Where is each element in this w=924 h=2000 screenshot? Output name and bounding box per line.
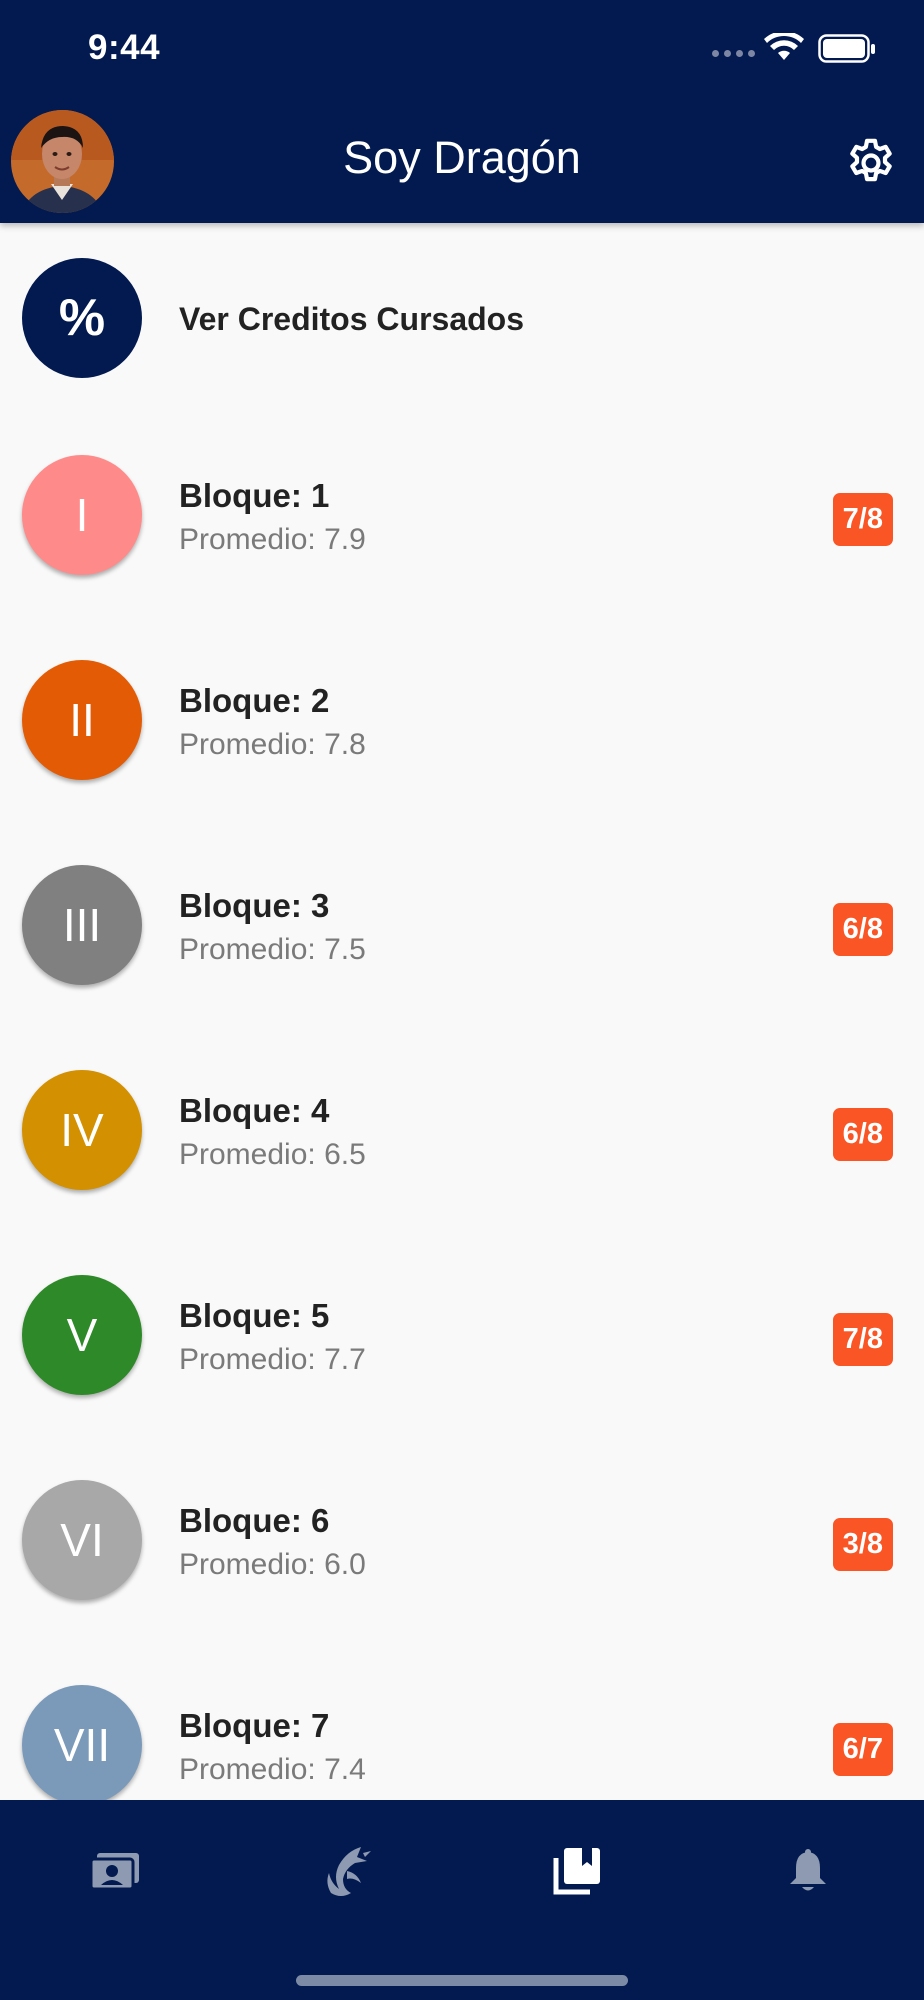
wifi-icon (764, 33, 804, 60)
view-credits-row[interactable]: % Ver Creditos Cursados (0, 223, 924, 413)
block-title: Bloque: 6 (179, 1502, 330, 1539)
battery-icon (818, 34, 875, 63)
block-average: Promedio: 7.5 (179, 933, 366, 966)
block-progress-badge: 6/7 (832, 1723, 893, 1776)
block-progress-badge: 6/8 (832, 1108, 893, 1161)
block-title: Bloque: 4 (179, 1092, 330, 1129)
block-title: Bloque: 3 (179, 887, 330, 924)
block-progress-badge: 7/8 (832, 493, 893, 546)
block-average: Promedio: 6.5 (179, 1138, 366, 1171)
block-row-6[interactable]: VI Bloque: 6 Promedio: 6.0 3/8 (0, 1438, 924, 1643)
block-numeral-avatar: V (22, 1275, 142, 1395)
block-average: Promedio: 7.4 (179, 1753, 366, 1786)
block-row-5[interactable]: V Bloque: 5 Promedio: 7.7 7/8 (0, 1233, 924, 1438)
block-title: Bloque: 1 (179, 477, 330, 514)
view-credits-label: Ver Creditos Cursados (179, 301, 524, 337)
settings-button[interactable] (843, 135, 899, 191)
gear-icon (850, 138, 892, 182)
block-row-2[interactable]: II Bloque: 2 Promedio: 7.8 (0, 618, 924, 823)
block-numeral-avatar: III (22, 865, 142, 985)
block-numeral-avatar: VI (22, 1480, 142, 1600)
nav-item-dragon[interactable] (306, 1836, 386, 1906)
block-row-3[interactable]: III Bloque: 3 Promedio: 7.5 6/8 (0, 823, 924, 1028)
block-row-1[interactable]: I Bloque: 1 Promedio: 7.9 7/8 (0, 413, 924, 618)
block-row-4[interactable]: IV Bloque: 4 Promedio: 6.5 6/8 (0, 1028, 924, 1233)
cellular-signal-icon (712, 50, 755, 57)
home-indicator[interactable] (296, 1975, 628, 1986)
bookmarks-icon (553, 1848, 600, 1895)
status-time: 9:44 (88, 28, 161, 67)
dragon-icon (327, 1847, 371, 1896)
block-average: Promedio: 7.8 (179, 728, 366, 761)
percent-icon: % (22, 258, 142, 378)
app-header: 9:44 Soy Dragón (0, 0, 924, 223)
block-title: Bloque: 5 (179, 1297, 330, 1334)
block-progress-badge: 3/8 (832, 1518, 893, 1571)
block-average: Promedio: 6.0 (179, 1548, 366, 1581)
block-title: Bloque: 7 (179, 1707, 330, 1744)
block-title: Bloque: 2 (179, 682, 330, 719)
block-progress-badge: 7/8 (832, 1313, 893, 1366)
bell-icon (790, 1849, 826, 1891)
block-progress-badge: 6/8 (832, 903, 893, 956)
id-card-icon (89, 1853, 139, 1891)
block-numeral-avatar: VII (22, 1685, 142, 1805)
nav-item-card[interactable] (75, 1836, 155, 1906)
nav-item-blocks[interactable] (537, 1836, 617, 1906)
block-average: Promedio: 7.7 (179, 1343, 366, 1376)
block-average: Promedio: 7.9 (179, 523, 366, 556)
block-numeral-avatar: I (22, 455, 142, 575)
nav-item-notifications[interactable] (768, 1836, 848, 1906)
app-title: Soy Dragón (343, 132, 581, 183)
bottom-navigation (0, 1800, 924, 2000)
block-numeral-avatar: II (22, 660, 142, 780)
block-numeral-avatar: IV (22, 1070, 142, 1190)
